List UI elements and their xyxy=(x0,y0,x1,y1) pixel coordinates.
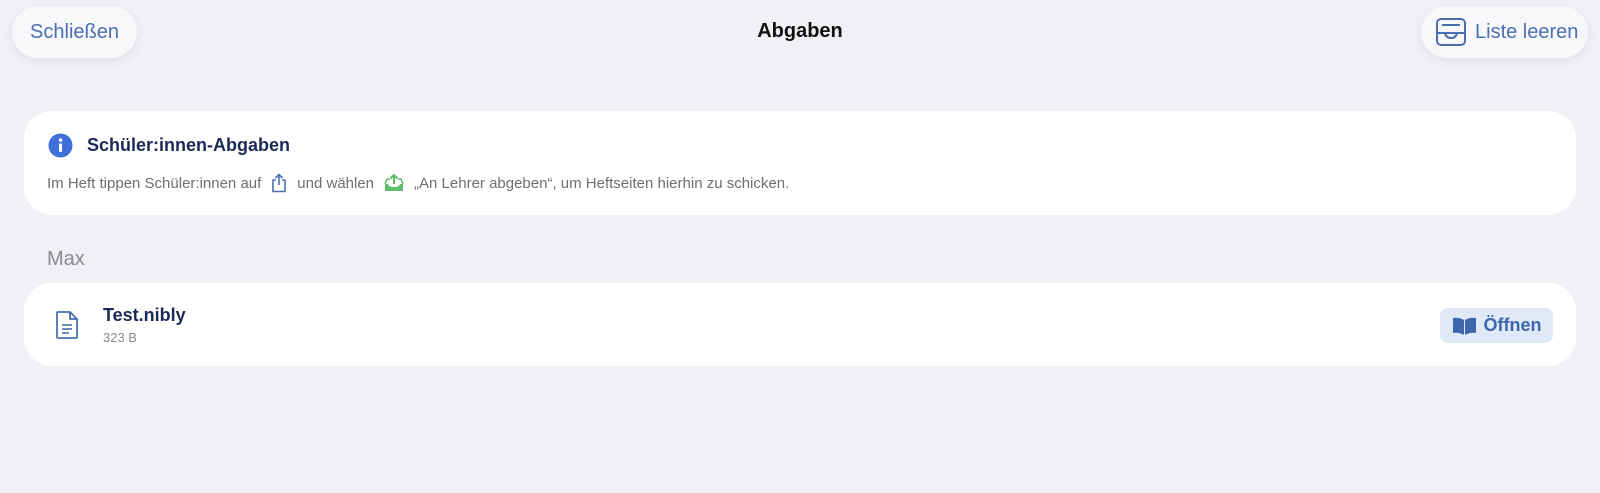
submit-tray-icon xyxy=(384,174,404,192)
book-icon xyxy=(1452,316,1477,336)
info-card: Schüler:innen-Abgaben Im Heft tippen Sch… xyxy=(24,111,1576,215)
student-section-label: Max xyxy=(47,248,85,270)
file-size: 323 B xyxy=(103,330,137,345)
open-button-label: Öffnen xyxy=(1483,315,1542,335)
clear-list-button[interactable]: Liste leeren xyxy=(1421,6,1588,58)
info-icon xyxy=(48,133,73,158)
file-row[interactable]: Test.nibly 323 B Öffnen xyxy=(24,283,1576,366)
info-title: Schüler:innen-Abgaben xyxy=(87,135,291,155)
info-description: Im Heft tippen Schüler:innen auf und wäh… xyxy=(47,173,789,193)
share-icon xyxy=(271,173,287,193)
info-text-part2: und wählen xyxy=(297,174,375,192)
open-button[interactable]: Öffnen xyxy=(1440,308,1553,343)
info-text-part1: Im Heft tippen Schüler:innen auf xyxy=(47,174,262,192)
top-bar: Schließen Abgaben Liste leeren xyxy=(0,0,1600,66)
page-title: Abgaben xyxy=(757,20,843,42)
info-text-part3: „An Lehrer abgeben“, um Heftseiten hierh… xyxy=(414,174,790,192)
document-icon xyxy=(54,310,80,340)
info-header: Schüler:innen-Abgaben xyxy=(48,133,290,158)
tray-icon xyxy=(1435,17,1467,47)
file-name: Test.nibly xyxy=(103,305,186,325)
clear-list-label: Liste leeren xyxy=(1475,20,1579,43)
